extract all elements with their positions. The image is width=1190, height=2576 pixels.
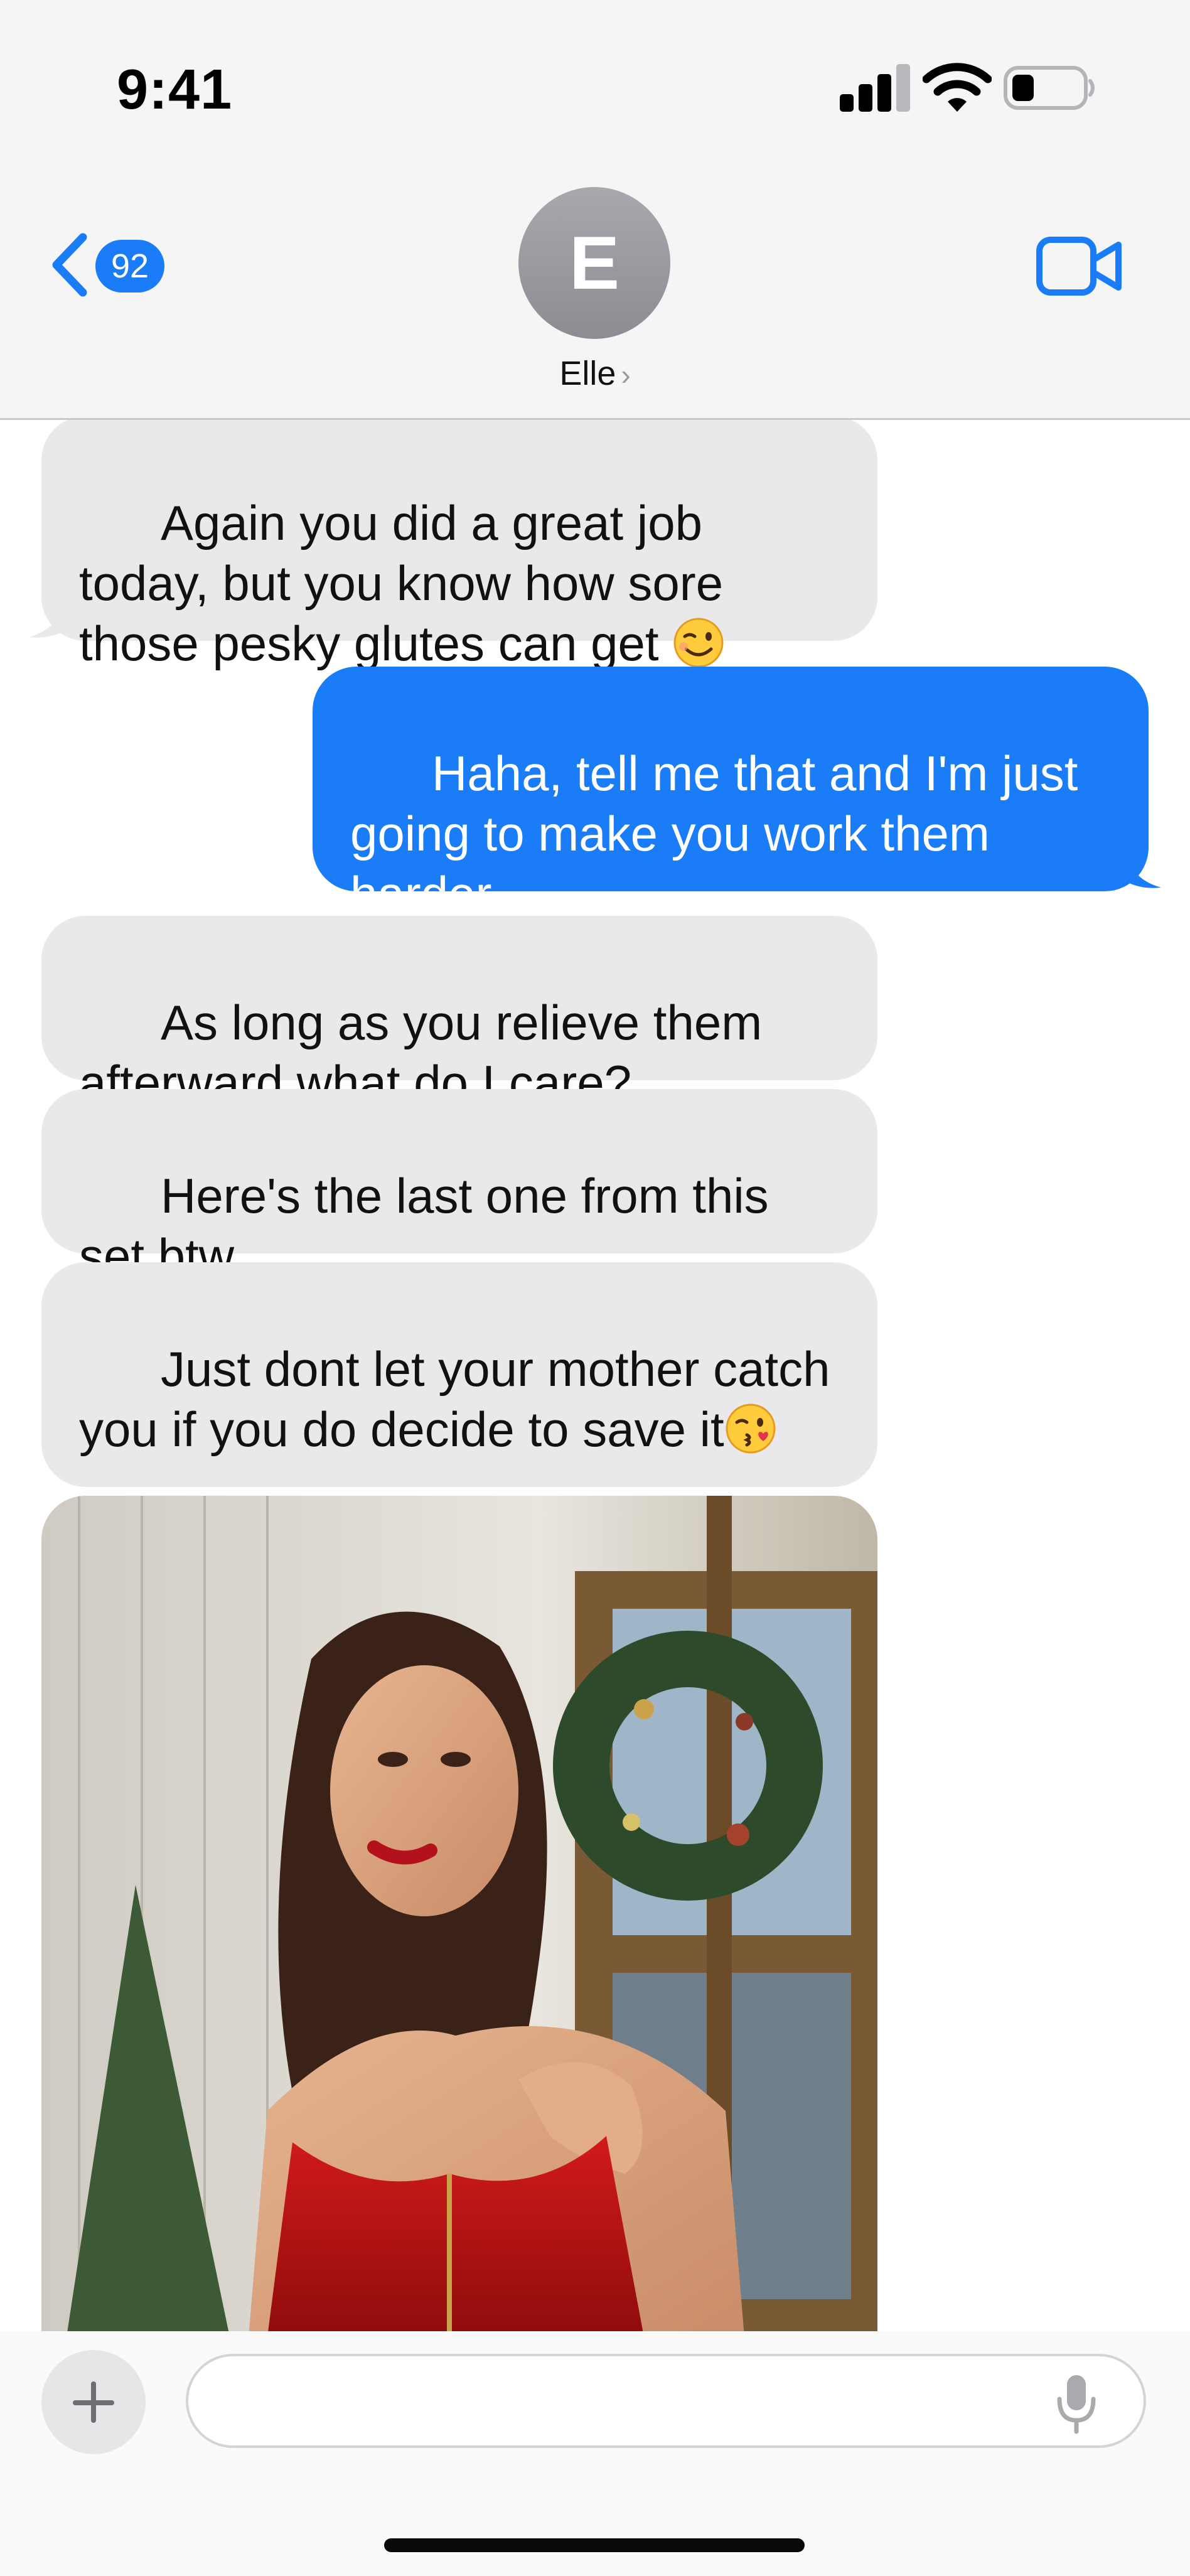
navigation-header: 9:41 92 E Elle ›	[0, 0, 1190, 418]
message-input[interactable]	[186, 2354, 1146, 2448]
message-thread[interactable]: Again you did a great job today, but you…	[0, 420, 1190, 2331]
chevron-right-icon: ›	[621, 358, 631, 391]
composer-bar	[0, 2331, 1190, 2576]
message-bubble-incoming[interactable]: Here's the last one from this set btw	[41, 1089, 877, 1284]
contact-name-button[interactable]: Elle ›	[0, 354, 1190, 393]
photo-image	[41, 1496, 877, 2331]
message-text: Haha, tell me that and I'm just going to…	[350, 746, 1092, 921]
contact-avatar[interactable]: E	[518, 187, 670, 339]
microphone-icon[interactable]	[1054, 2373, 1098, 2435]
wifi-icon	[923, 63, 992, 112]
message-bubble-outgoing[interactable]: Haha, tell me that and I'm just going to…	[313, 667, 1149, 921]
video-call-icon[interactable]	[1036, 236, 1123, 296]
face-blowing-kiss-icon	[726, 1403, 776, 1454]
battery-icon	[1004, 66, 1095, 110]
back-button[interactable]: 92	[49, 227, 174, 303]
winking-face-icon	[673, 618, 724, 668]
message-text: Again you did a great job today, but you…	[79, 495, 737, 671]
bubble-tail	[29, 601, 69, 638]
status-time: 9:41	[117, 58, 233, 121]
add-attachment-button[interactable]	[41, 2350, 146, 2454]
unread-count-badge: 92	[95, 240, 164, 292]
message-bubble-incoming[interactable]: As long as you relieve them afterward wh…	[41, 916, 877, 1110]
bubble-tail	[1121, 851, 1161, 888]
message-photo-attachment[interactable]	[41, 1496, 877, 2331]
cellular-signal-icon	[840, 64, 910, 112]
contact-name: Elle	[559, 355, 616, 392]
message-bubble-incoming[interactable]: Again you did a great job today, but you…	[41, 420, 877, 671]
chevron-left-icon	[52, 233, 87, 297]
home-indicator[interactable]	[384, 2538, 805, 2552]
message-bubble-incoming[interactable]: Just dont let your mother catch you if y…	[41, 1262, 877, 1487]
